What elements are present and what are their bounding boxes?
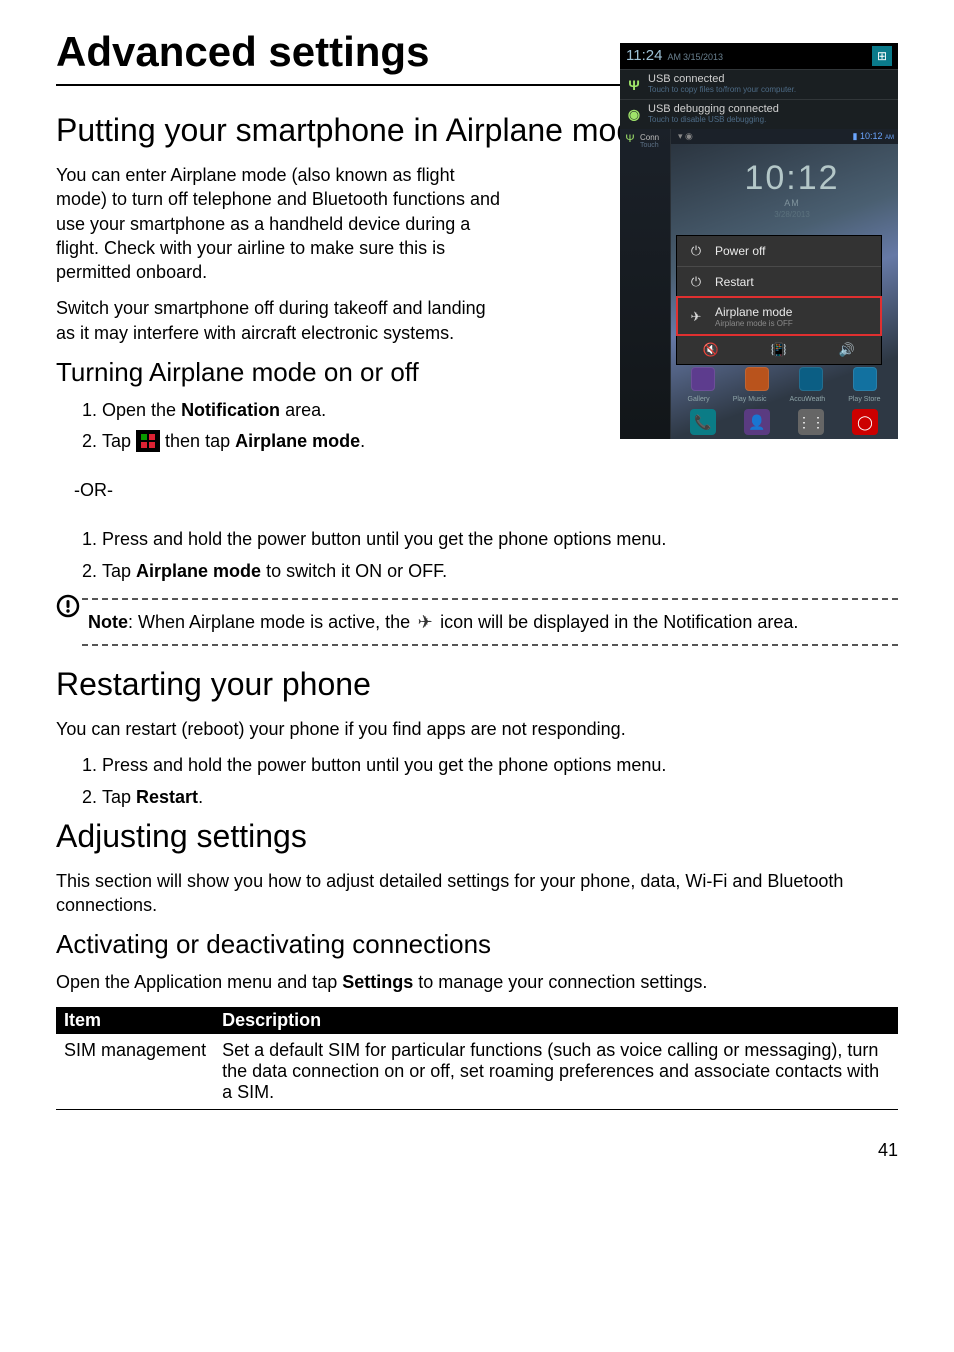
figure-statusbar: 11:24 AM3/15/2013 ⊞ (620, 43, 898, 69)
dock-contacts-icon: 👤 (744, 409, 770, 435)
dock-apps-icon: ⋮⋮ (798, 409, 824, 435)
figure-phone-screenshot: 11:24 AM3/15/2013 ⊞ Ψ USB connected Touc… (620, 43, 898, 439)
section1-p1: You can enter Airplane mode (also known … (56, 163, 506, 284)
mini-status-icons: ▾ ◉ (678, 131, 693, 142)
section3a-p1: Open the Application menu and tap Settin… (56, 970, 898, 994)
steps-list-1: Open the Notification area. Tap then tap… (56, 398, 562, 454)
connections-table: Item Description SIM management Set a de… (56, 1007, 898, 1110)
list-item: Press and hold the power button until yo… (102, 527, 898, 552)
table-header-description: Description (214, 1007, 898, 1034)
note-block: Note: When Airplane mode is active, the … (56, 598, 898, 646)
figure-clock-widget: 10:12 AM 3/28/2013 (694, 159, 890, 219)
figure-notif-usb-debug: ◉ USB debugging connected Touch to disab… (620, 99, 898, 129)
app-gallery-icon (691, 367, 715, 391)
list-item: Press and hold the power button until yo… (102, 753, 898, 778)
mute-icon: 🔇 (677, 336, 745, 364)
figure-statusbar-ampm: AM (668, 52, 682, 62)
warning-icon (56, 594, 80, 618)
list-item: Tap Airplane mode to switch it ON or OFF… (102, 559, 898, 584)
figure-menu-poweroff: ⏻ Power off (677, 236, 881, 266)
subsection-activating-title: Activating or deactivating connections (56, 929, 898, 960)
table-cell-desc: Set a default SIM for particular functio… (214, 1034, 898, 1110)
section-restart-title: Restarting your phone (56, 666, 898, 703)
figure-dock: 📞 👤 ⋮⋮ ◯ (676, 409, 892, 435)
figure-menu-airplane: ✈ Airplane mode Airplane mode is OFF (677, 297, 881, 335)
vibrate-icon: 📳 (745, 336, 813, 364)
steps-list-alt: Press and hold the power button until yo… (56, 527, 898, 583)
sound-icon: 🔊 (813, 336, 881, 364)
app-accuweather-icon (799, 367, 823, 391)
usb-icon: Ψ (620, 77, 648, 93)
airplane-icon: ✈ (687, 309, 705, 325)
figure-notif2-title: USB debugging connected (648, 103, 894, 115)
section-adjusting-title: Adjusting settings (56, 818, 898, 855)
android-icon: ◉ (620, 106, 648, 123)
figure-notif1-title: USB connected (648, 73, 894, 85)
figure-menu-restart: ⏻ Restart (677, 266, 881, 297)
quick-settings-icon: ⊞ (872, 46, 892, 66)
dock-phone-icon: 📞 (690, 409, 716, 435)
figure-menu-bottom-row: 🔇 📳 🔊 (677, 335, 881, 364)
figure-statusbar-date: 3/15/2013 (683, 52, 723, 62)
app-playmusic-icon (745, 367, 769, 391)
figure-app-labels: Gallery Play Music AccuWeath Play Store (676, 396, 892, 403)
app-playstore-icon (853, 367, 877, 391)
section1-p2: Switch your smartphone off during takeof… (56, 296, 506, 345)
list-item: Open the Notification area. (102, 398, 562, 423)
page-number: 41 (56, 1140, 898, 1161)
or-separator: -OR- (74, 480, 898, 501)
apps-tile-icon (136, 430, 160, 452)
figure-notif1-sub: Touch to copy files to/from your compute… (648, 85, 894, 94)
list-item: Tap Restart. (102, 785, 898, 810)
usb-icon: Ψ (623, 133, 637, 145)
figure-notif-usb-connected: Ψ USB connected Touch to copy files to/f… (620, 69, 898, 99)
table-header-item: Item (56, 1007, 214, 1034)
power-icon: ⏻ (687, 274, 705, 290)
figure-notif2-sub: Touch to disable USB debugging. (648, 115, 894, 124)
figure-app-row (676, 367, 892, 391)
table-cell-item: SIM management (56, 1034, 214, 1110)
steps-list-restart: Press and hold the power button until yo… (56, 753, 898, 809)
figure-left-touch: Touch (640, 142, 659, 149)
figure-power-menu: ⏻ Power off ⏻ Restart ✈ Airplane mode Ai… (676, 235, 882, 365)
figure-left-column: Ψ Conn Touch (620, 129, 671, 439)
table-row: SIM management Set a default SIM for par… (56, 1034, 898, 1110)
figure-statusbar-clock: 11:24 (626, 47, 662, 64)
airplane-icon: ✈ (415, 610, 435, 634)
dock-chrome-icon: ◯ (852, 409, 878, 435)
mini-signal-icons: ▮ 10:12 AM (853, 131, 895, 142)
figure-left-conn: Conn (640, 133, 659, 142)
section3-p1: This section will show you how to adjust… (56, 869, 898, 918)
power-icon: ⏻ (687, 243, 705, 259)
section2-p1: You can restart (reboot) your phone if y… (56, 717, 898, 741)
list-item: Tap then tap Airplane mode. (102, 429, 562, 454)
